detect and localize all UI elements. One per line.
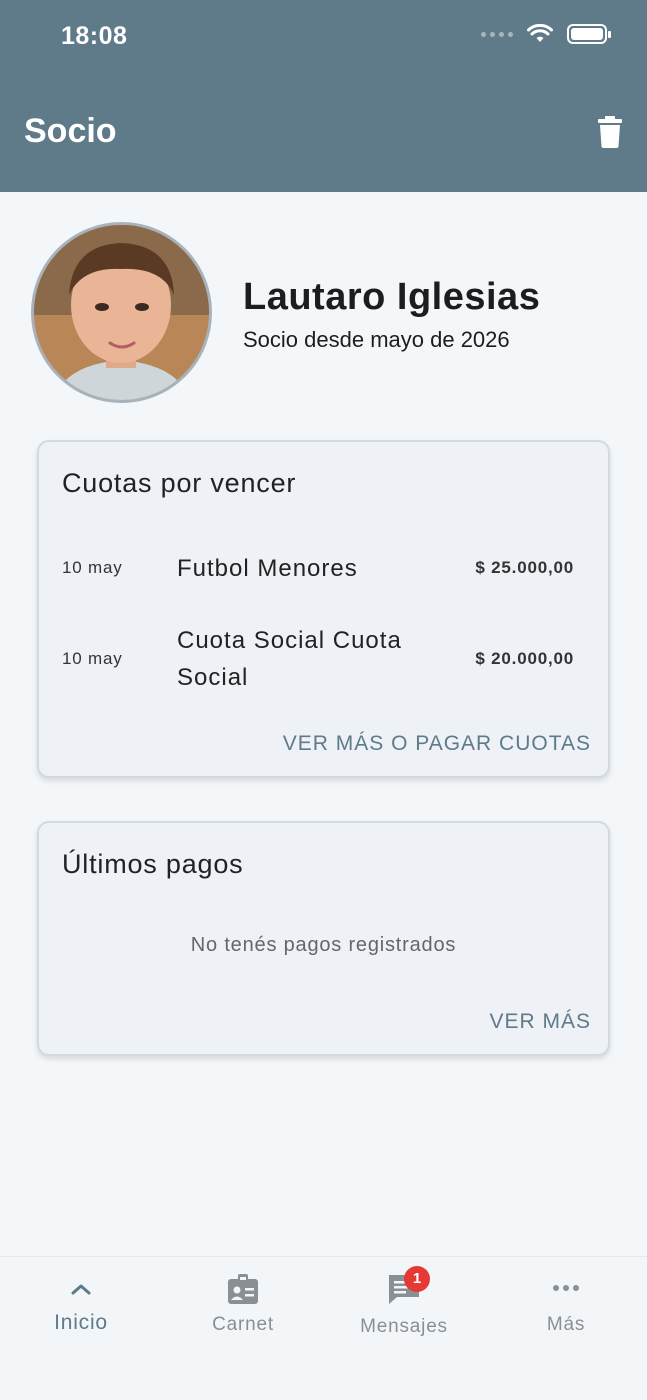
tab-label: Inicio — [54, 1311, 108, 1334]
tab-bar: Inicio Carnet 1 Mensajes Más — [0, 1256, 647, 1400]
see-more-payments-button[interactable]: VER MÁS — [489, 1010, 591, 1034]
battery-icon — [567, 24, 611, 44]
avatar — [31, 222, 212, 403]
dues-card: Cuotas por vencer 10 may Futbol Menores … — [37, 440, 610, 778]
due-date: 10 may — [62, 558, 123, 577]
unread-badge: 1 — [404, 1266, 430, 1292]
tab-inicio[interactable]: Inicio — [0, 1257, 162, 1357]
status-icons — [481, 24, 611, 44]
wifi-icon — [527, 24, 553, 42]
due-amount: $ 20.000,00 — [475, 649, 574, 668]
chevron-up-icon — [71, 1284, 91, 1295]
see-more-pay-dues-button[interactable]: VER MÁS O PAGAR CUOTAS — [283, 732, 591, 756]
due-description: Futbol Menores — [177, 555, 358, 582]
tab-label: Mensajes — [360, 1316, 448, 1337]
card-title: Cuotas por vencer — [62, 468, 297, 498]
app-header: 18:08 Socio — [0, 0, 647, 192]
id-badge-icon — [228, 1274, 258, 1304]
due-description: Cuota Social Cuota Social — [177, 627, 402, 691]
trash-icon[interactable] — [597, 116, 623, 148]
status-time: 18:08 — [61, 22, 128, 50]
due-amount: $ 25.000,00 — [475, 558, 574, 577]
page-title: Socio — [24, 112, 117, 150]
tab-label: Carnet — [212, 1314, 274, 1335]
empty-message: No tenés pagos registrados — [190, 934, 457, 956]
member-since: Socio desde mayo de 2026 — [243, 327, 510, 352]
tab-mensajes[interactable]: 1 Mensajes — [323, 1257, 485, 1357]
tab-carnet[interactable]: Carnet — [162, 1257, 324, 1357]
member-name: Lautaro Iglesias — [243, 276, 541, 318]
card-title: Últimos pagos — [62, 849, 244, 879]
due-date: 10 may — [62, 649, 123, 668]
payments-card: Últimos pagos No tenés pagos registrados… — [37, 821, 610, 1056]
tab-mas[interactable]: Más — [485, 1257, 647, 1357]
tab-label: Más — [546, 1314, 586, 1335]
signal-icon — [481, 31, 513, 37]
more-icon — [553, 1285, 579, 1291]
